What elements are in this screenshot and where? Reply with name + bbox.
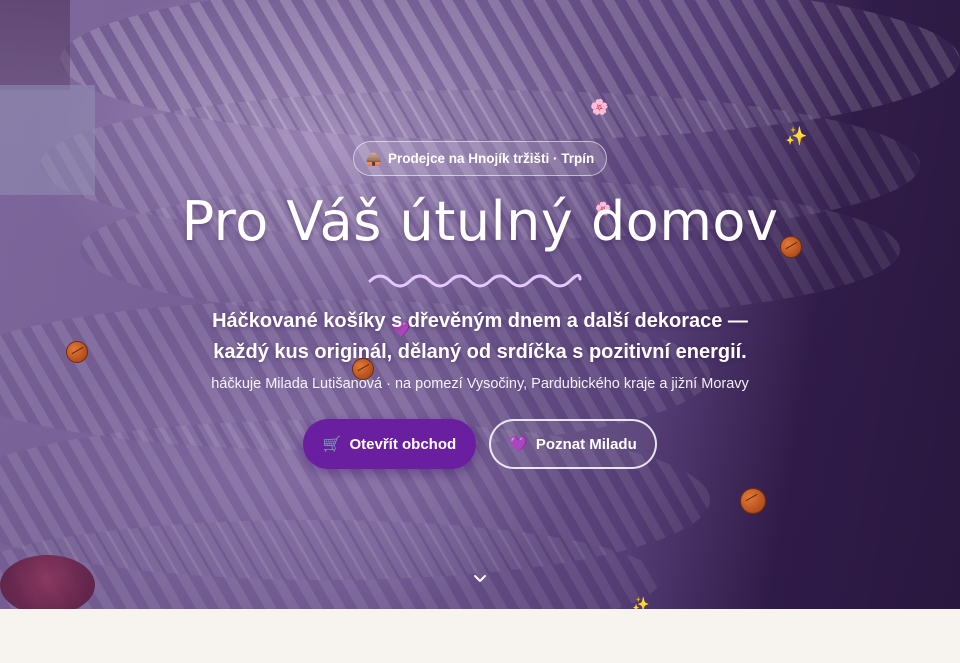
hero-subtitle: háčkuje Milada Lutišanová · na pomezí Vy… (211, 376, 749, 392)
open-shop-label: Otevřít obchod (349, 435, 457, 453)
hero-title: Pro Váš útulný domov (181, 190, 779, 253)
hero-lead: Háčkované košíky s dřevěným dnem a další… (150, 306, 810, 368)
market-badge: 🛖 Prodejce na Hnojík tržišti · Trpín (353, 141, 607, 176)
hero-overlay (0, 0, 960, 609)
hero-lead-line-1: Háčkované košíky s dřevěným dnem a další… (212, 310, 748, 332)
purple-heart-icon: 💜 (509, 436, 528, 453)
cherry-blossom-icon: 🌸 (590, 98, 609, 116)
hero-lead-line-2: každý kus originál, dělaný od srdíčka s … (213, 341, 747, 363)
badge-text: Prodejce na Hnojík tržišti · Trpín (387, 151, 595, 166)
next-section (0, 609, 960, 663)
yarn-ball-icon (740, 488, 766, 514)
chevron-down-icon[interactable] (470, 572, 490, 586)
meet-milada-label: Poznat Miladu (535, 435, 637, 453)
hero-section: 🌸 🌸 ✨ ✨ 💜 🛖 Prodejce na Hnojík tržišti ·… (0, 0, 960, 609)
market-stall-icon: 🛖 (365, 150, 382, 166)
yarn-ball-icon (66, 341, 88, 363)
meet-milada-button[interactable]: 💜 Poznat Miladu (489, 419, 657, 469)
open-shop-button[interactable]: 🛒 Otevřít obchod (303, 419, 476, 469)
sparkles-icon: ✨ (632, 597, 650, 609)
cart-icon: 🛒 (322, 436, 342, 453)
sparkles-icon: ✨ (785, 126, 808, 147)
wave-divider (368, 274, 582, 288)
